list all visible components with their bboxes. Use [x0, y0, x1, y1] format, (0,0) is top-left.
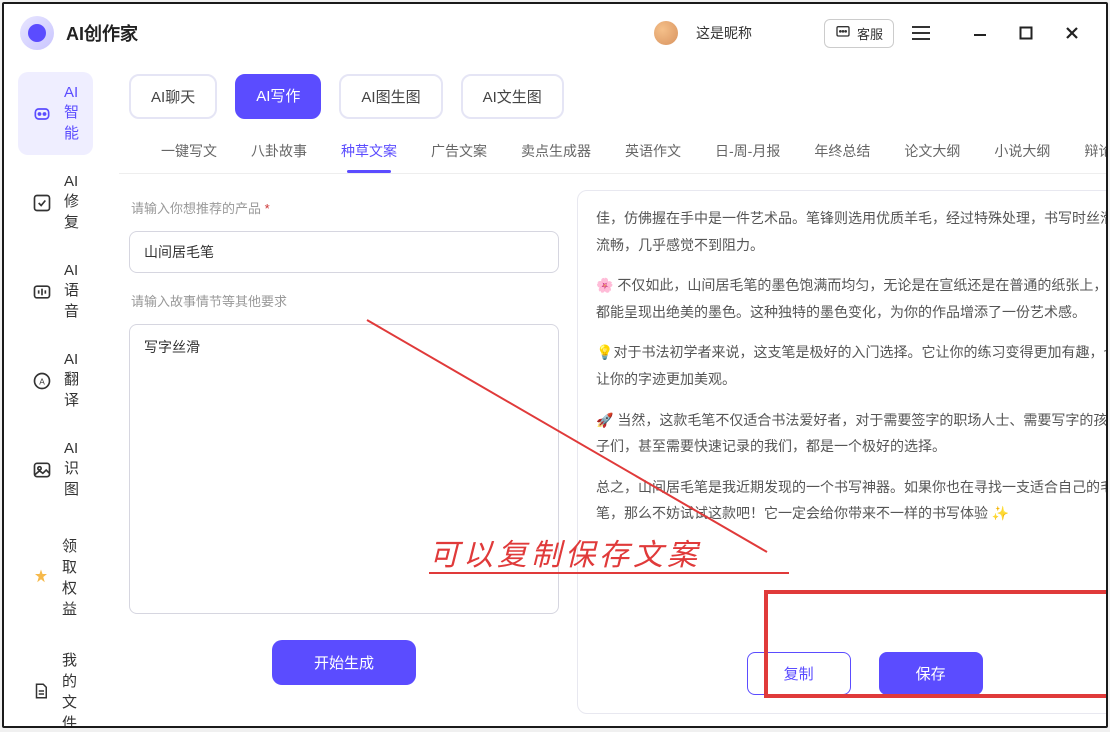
sub-tab-novel[interactable]: 小说大纲 — [992, 135, 1052, 173]
output-paragraph: 🚀 当然，这款毛笔不仅适合书法爱好者，对于需要签字的职场人士、需要写字的孩子们，… — [596, 407, 1106, 460]
sidebar-item-voice[interactable]: AI语音 — [18, 250, 93, 333]
support-button[interactable]: 客服 — [824, 19, 894, 48]
sidebar-item-translate[interactable]: A AI翻译 — [18, 339, 93, 422]
translate-icon: A — [32, 371, 52, 391]
extra-label: 请输入故事情节等其他要求 — [131, 291, 559, 310]
tab-ai-write[interactable]: AI写作 — [235, 74, 321, 119]
output-paragraph: 🌸 不仅如此，山间居毛笔的墨色饱满而均匀，无论是在宣纸还是在普通的纸张上，都能呈… — [596, 272, 1106, 325]
output-paragraph: 总之，山间居毛笔是我近期发现的一个书写神器。如果你也在寻找一支适合自己的毛笔，那… — [596, 474, 1106, 527]
image-icon — [32, 460, 52, 480]
sub-tab-annual[interactable]: 年终总结 — [812, 135, 872, 173]
sidebar-item-label: AI智能 — [64, 84, 79, 143]
sidebar-item-label: AI修复 — [64, 173, 79, 232]
sidebar-item-benefits[interactable]: 领取权益 — [18, 523, 93, 631]
tab-ai-txt2img[interactable]: AI文生图 — [461, 74, 564, 119]
extra-textarea[interactable] — [129, 324, 559, 614]
sidebar: AI智能 AI修复 AI语音 A AI翻译 AI识图 领取权益 — [4, 62, 107, 726]
app-logo — [20, 16, 54, 50]
sidebar-item-files[interactable]: 我的文件 — [18, 637, 93, 726]
sidebar-item-label: AI识图 — [64, 440, 79, 499]
output-paragraph: 💡对于书法初学者来说，这支笔是极好的入门选择。它让你的练习变得更加有趣，也让你的… — [596, 339, 1106, 392]
file-icon — [32, 681, 50, 701]
app-title: AI创作家 — [66, 20, 138, 46]
maximize-button[interactable] — [1014, 21, 1038, 45]
ai-icon — [32, 104, 52, 124]
sidebar-item-repair[interactable]: AI修复 — [18, 161, 93, 244]
output-paragraph: 佳，仿佛握在手中是一件艺术品。笔锋则选用优质羊毛，经过特殊处理，书写时丝滑流畅，… — [596, 205, 1106, 258]
repair-icon — [32, 193, 52, 213]
voice-icon — [32, 282, 52, 302]
sub-tab-quickwrite[interactable]: 一键写文 — [159, 135, 219, 173]
output-text[interactable]: 佳，仿佛握在手中是一件艺术品。笔锋则选用优质羊毛，经过特殊处理，书写时丝滑流畅，… — [596, 195, 1106, 638]
support-label: 客服 — [857, 24, 883, 43]
sidebar-item-label: 我的文件 — [62, 649, 79, 726]
benefit-icon — [32, 567, 50, 587]
top-tabs: AI聊天 AI写作 AI图生图 AI文生图 — [119, 68, 1106, 129]
sub-tab-english[interactable]: 英语作文 — [623, 135, 683, 173]
output-panel: 佳，仿佛握在手中是一件艺术品。笔锋则选用优质羊毛，经过特殊处理，书写时丝滑流畅，… — [577, 190, 1106, 714]
sub-tab-report[interactable]: 日-周-月报 — [713, 135, 782, 173]
sidebar-item-ai-smart[interactable]: AI智能 — [18, 72, 93, 155]
sidebar-item-label: 领取权益 — [62, 535, 79, 619]
sub-tab-thesis[interactable]: 论文大纲 — [902, 135, 962, 173]
tab-ai-chat[interactable]: AI聊天 — [129, 74, 217, 119]
chat-icon — [835, 24, 851, 43]
sub-tab-selling[interactable]: 卖点生成器 — [519, 135, 593, 173]
tab-ai-img2img[interactable]: AI图生图 — [339, 74, 442, 119]
svg-text:A: A — [39, 376, 45, 386]
sub-tab-ad[interactable]: 广告文案 — [429, 135, 489, 173]
close-button[interactable] — [1060, 21, 1084, 45]
product-label: 请输入你想推荐的产品 * — [131, 198, 559, 217]
minimize-button[interactable] — [968, 21, 992, 45]
sub-tab-debate[interactable]: 辩论稿 — [1082, 135, 1106, 173]
nickname: 这是昵称 — [696, 23, 752, 43]
hamburger-menu[interactable] — [906, 18, 936, 48]
copy-button[interactable]: 复制 — [747, 652, 851, 695]
avatar[interactable] — [654, 21, 678, 45]
sub-tab-seeding[interactable]: 种草文案 — [339, 135, 399, 173]
sidebar-item-label: AI语音 — [64, 262, 79, 321]
sub-tabs: 一键写文 八卦故事 种草文案 广告文案 卖点生成器 英语作文 日-周-月报 年终… — [119, 129, 1106, 174]
sidebar-item-image[interactable]: AI识图 — [18, 428, 93, 511]
required-star: * — [265, 201, 270, 216]
product-input[interactable] — [129, 231, 559, 273]
save-button[interactable]: 保存 — [879, 652, 983, 695]
generate-button[interactable]: 开始生成 — [272, 640, 416, 685]
sub-tab-gossip[interactable]: 八卦故事 — [249, 135, 309, 173]
sidebar-item-label: AI翻译 — [64, 351, 79, 410]
